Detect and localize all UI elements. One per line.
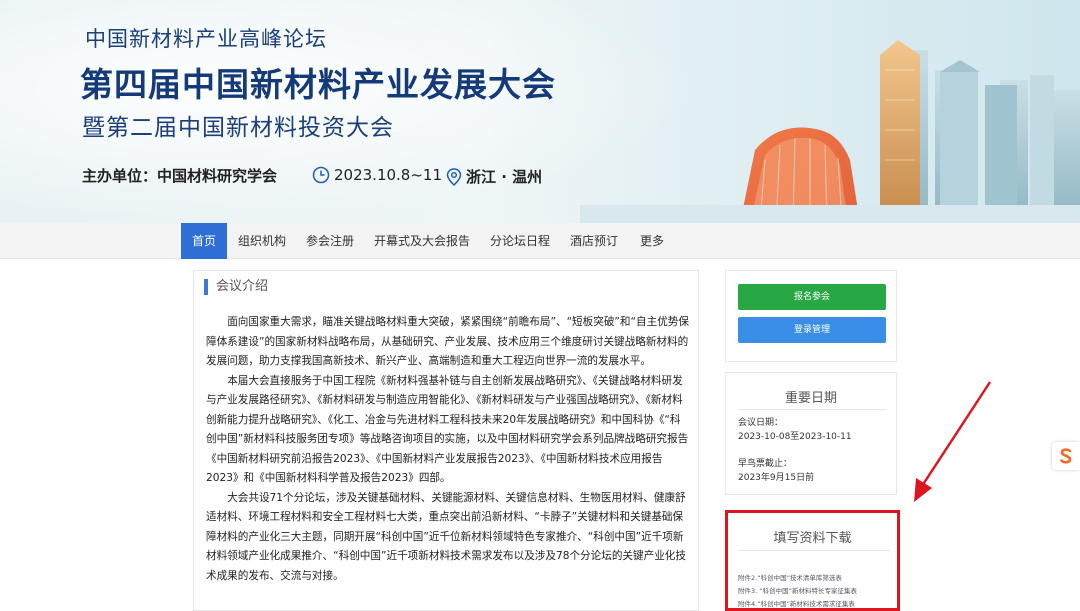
intro-paragraph-2: 本届大会直接服务于中国工程院《新材料强基补链与自主创新发展战略研究》、《关键战略… — [206, 374, 689, 485]
annotation-arrow-icon — [914, 381, 992, 502]
early-bird-label: 早鸟票截止： — [738, 459, 793, 469]
download-link-2[interactable]: 附件3. “科创中国”新材料特长专家征集表 — [738, 585, 857, 595]
important-dates-panel: 重要日期 会议日期： 2023-10-08至2023-10-11 早鸟票截止： … — [725, 372, 897, 495]
banner-date: 2023.10.8~11 — [312, 166, 442, 184]
download-link-3[interactable]: 附件4.“科创中国”新材料技术需求征集表 — [738, 598, 855, 608]
nav-item-forum-schedule[interactable]: 分论坛日程 — [485, 223, 555, 259]
downloads-panel: 填写资料下载 附件2.“科创中国”技术清单库筛选表 附件3. “科创中国”新材料… — [725, 510, 900, 611]
nav-item-home[interactable]: 首页 — [181, 223, 227, 259]
intro-paragraph-3: 大会共设71个分论坛，涉及关键基础材料、关键能源材料、关键信息材料、生物医用材料… — [206, 491, 686, 582]
sogou-s-icon — [1060, 448, 1072, 464]
main-nav: 首页 组织机构 参会注册 开幕式及大会报告 分论坛日程 酒店预订 更多 — [0, 223, 1080, 259]
city-skyline-illustration — [580, 40, 1080, 223]
nav-item-more[interactable]: 更多 — [634, 223, 670, 259]
conference-intro-panel: 会议介绍 面向国家重大需求，瞄准关键战略材料重大突破，紧紧围绕“前瞻布局”、“短… — [193, 270, 699, 611]
download-link-1[interactable]: 附件2.“科创中国”技术清单库筛选表 — [738, 572, 842, 582]
early-bird-value: 2023年9月15日前 — [738, 473, 815, 483]
meeting-date-label: 会议日期： — [738, 418, 784, 428]
login-button[interactable]: 登录管理 — [738, 317, 886, 343]
intro-text: 面向国家重大需求，瞄准关键战略材料重大突破，紧紧围绕“前瞻布局”、“短板突破”和… — [206, 313, 690, 586]
banner-subtitle: 中国新材料产业高峰论坛 — [85, 27, 327, 51]
banner-location-text: 浙江 · 温州 — [466, 168, 543, 186]
banner-location: 浙江 · 温州 — [446, 166, 542, 187]
section-title-intro: 会议介绍 — [204, 279, 268, 295]
banner-main-title: 第四届中国新材料产业发展大会 — [80, 65, 556, 104]
header-banner: 中国新材料产业高峰论坛 第四届中国新材料产业发展大会 暨第二届中国新材料投资大会… — [0, 0, 1080, 223]
downloads-title: 填写资料下载 — [773, 531, 852, 546]
nav-item-opening-reports[interactable]: 开幕式及大会报告 — [370, 223, 474, 259]
clock-icon — [312, 166, 330, 184]
nav-item-registration[interactable]: 参会注册 — [301, 223, 359, 259]
important-dates-title: 重要日期 — [784, 391, 837, 406]
action-buttons-panel: 报名参会 登录管理 — [725, 270, 897, 362]
divider — [738, 409, 886, 410]
intro-paragraph-1: 面向国家重大需求，瞄准关键战略材料重大突破，紧紧围绕“前瞻布局”、“短板突破”和… — [206, 316, 689, 367]
banner-date-text: 2023.10.8~11 — [334, 166, 442, 184]
divider — [738, 550, 890, 551]
meeting-date-value: 2023-10-08至2023-10-11 — [738, 432, 852, 442]
banner-second-title: 暨第二届中国新材料投资大会 — [82, 115, 394, 141]
location-pin-icon — [446, 167, 462, 186]
nav-item-organization[interactable]: 组织机构 — [233, 223, 291, 259]
sogou-input-icon[interactable] — [1052, 442, 1080, 470]
nav-item-hotel[interactable]: 酒店预订 — [565, 223, 623, 259]
register-button[interactable]: 报名参会 — [738, 284, 886, 310]
banner-organizer: 主办单位：中国材料研究学会 — [82, 167, 278, 185]
